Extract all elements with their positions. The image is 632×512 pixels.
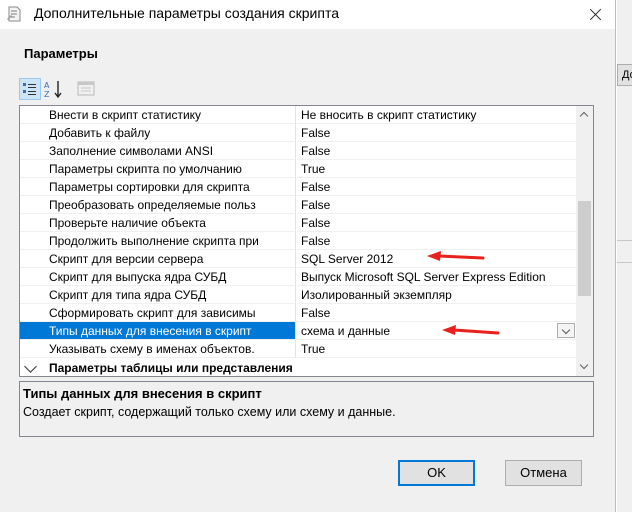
property-value[interactable]: Изолированный экземпляр — [297, 286, 577, 304]
property-name[interactable]: Параметры скрипта по умолчанию — [20, 160, 296, 178]
category-label: Параметры таблицы или представления — [49, 361, 293, 375]
scroll-down-icon[interactable] — [576, 359, 593, 376]
title-bar: Дополнительные параметры создания скрипт… — [0, 0, 615, 29]
property-name[interactable]: Сформировать скрипт для зависимы — [20, 304, 296, 322]
property-name[interactable]: Продолжить выполнение скрипта при — [20, 232, 296, 250]
background-window-button: До — [617, 64, 632, 86]
property-value[interactable]: False — [297, 214, 577, 232]
description-pane: Типы данных для внесения в скрипт Создае… — [19, 381, 594, 437]
chevron-down-icon[interactable] — [24, 360, 37, 373]
close-button[interactable] — [572, 0, 616, 29]
vertical-scrollbar[interactable] — [576, 106, 593, 376]
categorized-view-icon — [23, 83, 36, 95]
annotation-arrow-icon — [427, 251, 485, 261]
property-row[interactable]: Проверьте наличие объекта False — [20, 214, 577, 232]
property-row[interactable]: Указывать схему в именах объектов. True — [20, 340, 577, 358]
scroll-thumb[interactable] — [578, 201, 591, 296]
category-row[interactable]: Параметры таблицы или представления — [20, 359, 577, 376]
property-row[interactable]: Продолжить выполнение скрипта при False — [20, 232, 577, 250]
property-row[interactable]: Параметры сортировки для скрипта False — [20, 178, 577, 196]
alphabetical-sort-button[interactable]: A Z — [43, 78, 65, 100]
property-grid-toolbar: A Z — [19, 78, 109, 100]
property-value[interactable]: схема и данные — [297, 322, 577, 340]
property-name[interactable]: Внести в скрипт статистику — [20, 106, 296, 124]
property-pages-icon — [77, 81, 95, 96]
property-name[interactable]: Заполнение символами ANSI — [20, 142, 296, 160]
property-row[interactable]: Скрипт для версии сервера SQL Server 2012 — [20, 250, 577, 268]
property-value[interactable]: False — [297, 124, 577, 142]
window-title: Дополнительные параметры создания скрипт… — [34, 5, 339, 21]
property-name[interactable]: Преобразовать определяемые польз — [20, 196, 296, 214]
property-name[interactable]: Указывать схему в именах объектов. — [20, 340, 296, 358]
annotation-arrow-icon — [442, 325, 500, 335]
property-value[interactable]: False — [297, 178, 577, 196]
property-row[interactable]: Сформировать скрипт для зависимы False — [20, 304, 577, 322]
property-value[interactable]: False — [297, 196, 577, 214]
background-divider — [617, 262, 632, 263]
property-row[interactable]: Добавить к файлу False — [20, 124, 577, 142]
categorized-view-button[interactable] — [19, 78, 41, 100]
property-pages-button[interactable] — [75, 78, 97, 100]
property-row[interactable]: Скрипт для типа ядра СУБД Изолированный э… — [20, 286, 577, 304]
property-value[interactable]: False — [297, 304, 577, 322]
property-value[interactable]: True — [297, 340, 577, 358]
property-row[interactable]: Скрипт для выпуска ядра СУБД Выпуск Micro… — [20, 268, 577, 286]
scroll-up-icon[interactable] — [576, 106, 593, 123]
property-value[interactable]: False — [297, 232, 577, 250]
sort-az-icon: A Z — [44, 81, 62, 99]
property-name[interactable]: Параметры сортировки для скрипта — [20, 178, 296, 196]
svg-text:A: A — [44, 81, 50, 90]
script-wizard-icon — [7, 6, 21, 22]
section-title: Параметры — [24, 46, 98, 61]
property-value[interactable]: Выпуск Microsoft SQL Server Express Edit… — [297, 268, 577, 286]
background-divider — [617, 240, 632, 241]
property-name[interactable]: Скрипт для типа ядра СУБД — [20, 286, 296, 304]
property-name[interactable]: Скрипт для выпуска ядра СУБД — [20, 268, 296, 286]
property-name[interactable]: Скрипт для версии сервера — [20, 250, 296, 268]
property-row[interactable]: Внести в скрипт статистику Не вносить в с… — [20, 106, 577, 124]
property-row[interactable]: Параметры скрипта по умолчанию True — [20, 160, 577, 178]
property-row[interactable]: Преобразовать определяемые польз False — [20, 196, 577, 214]
property-name[interactable]: Проверьте наличие объекта — [20, 214, 296, 232]
script-options-dialog: Дополнительные параметры создания скрипт… — [0, 0, 616, 512]
description-title: Типы данных для внесения в скрипт — [23, 386, 262, 401]
description-text: Создает скрипт, содержащий только схему … — [23, 405, 396, 419]
ok-button[interactable]: OK — [398, 460, 475, 486]
property-value[interactable]: False — [297, 142, 577, 160]
property-name[interactable]: Типы данных для внесения в скрипт — [20, 322, 296, 340]
property-value[interactable]: Не вносить в скрипт статистику — [297, 106, 577, 124]
svg-text:Z: Z — [44, 90, 50, 99]
dropdown-button[interactable] — [557, 323, 575, 338]
property-row[interactable]: Заполнение символами ANSI False — [20, 142, 577, 160]
cancel-button[interactable]: Отмена — [505, 460, 582, 486]
property-grid: Внести в скрипт статистику Не вносить в с… — [19, 105, 594, 377]
property-name[interactable]: Добавить к файлу — [20, 124, 296, 142]
property-value[interactable]: True — [297, 160, 577, 178]
